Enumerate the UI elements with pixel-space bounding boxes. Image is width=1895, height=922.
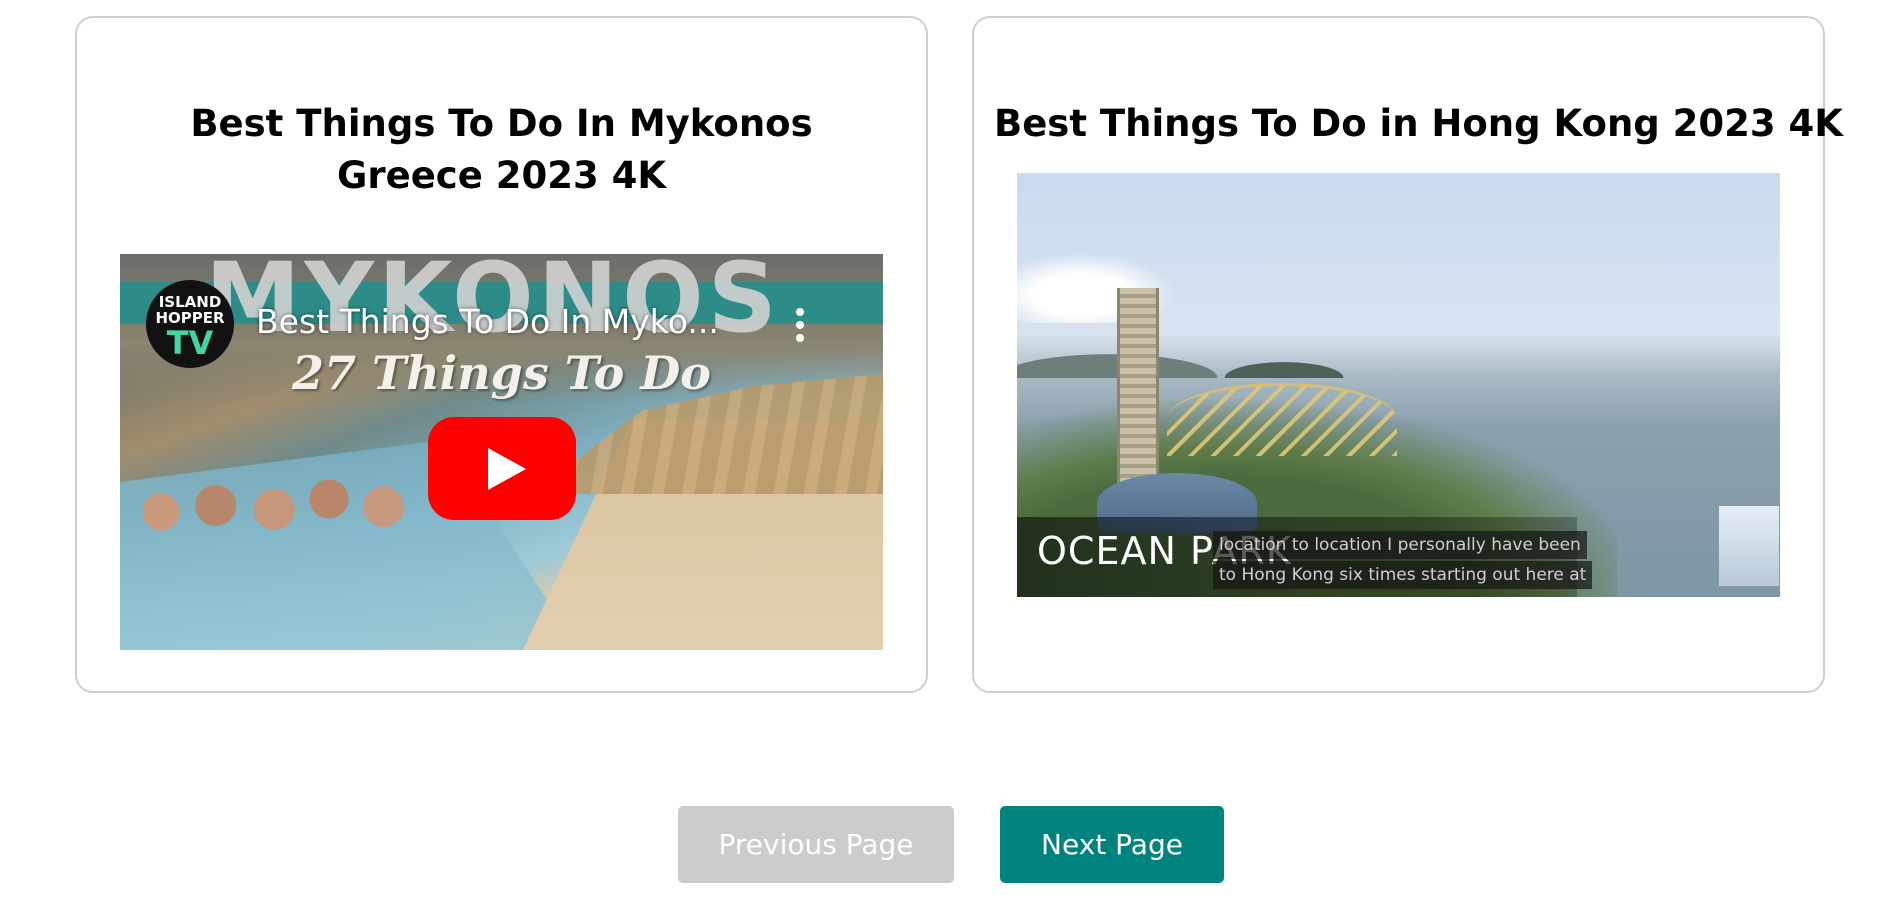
previous-page-button[interactable]: Previous Page xyxy=(678,806,954,883)
youtube-embed-player[interactable]: MYKONOS 27 Things To Do ISLAND HOPPER TV… xyxy=(120,254,883,650)
video-player-title[interactable]: Best Things To Do In Myko... xyxy=(256,302,719,341)
next-page-button[interactable]: Next Page xyxy=(1000,806,1224,883)
kebab-more-icon[interactable] xyxy=(794,308,804,344)
thumbnail-subtitle: 27 Things To Do xyxy=(292,346,711,400)
card-title: Best Things To Do in Hong Kong 2023 4K xyxy=(994,102,1843,145)
channel-logo-line1: ISLAND xyxy=(158,293,222,311)
channel-logo-line3: TV xyxy=(166,324,214,362)
video-card-hong-kong: Best Things To Do in Hong Kong 2023 4K O… xyxy=(972,16,1843,693)
youtube-play-icon[interactable] xyxy=(428,417,576,520)
card-title: Best Things To Do In Mykonos Greece 2023… xyxy=(190,102,813,197)
video-captions: location to location I personally have b… xyxy=(1213,531,1593,591)
video-card-grid: Best Things To Do In Mykonos Greece 2023… xyxy=(0,0,1895,922)
video-player[interactable]: OCEAN PARK location to location I person… xyxy=(1017,173,1780,597)
caption-line: location to location I personally have b… xyxy=(1213,531,1587,559)
channel-avatar[interactable]: ISLAND HOPPER TV xyxy=(146,280,234,368)
video-rollercoaster xyxy=(1167,383,1397,456)
video-building xyxy=(1718,505,1780,587)
video-card-mykonos: Best Things To Do In Mykonos Greece 2023… xyxy=(75,16,928,693)
caption-line: to Hong Kong six times starting out here… xyxy=(1213,561,1593,589)
